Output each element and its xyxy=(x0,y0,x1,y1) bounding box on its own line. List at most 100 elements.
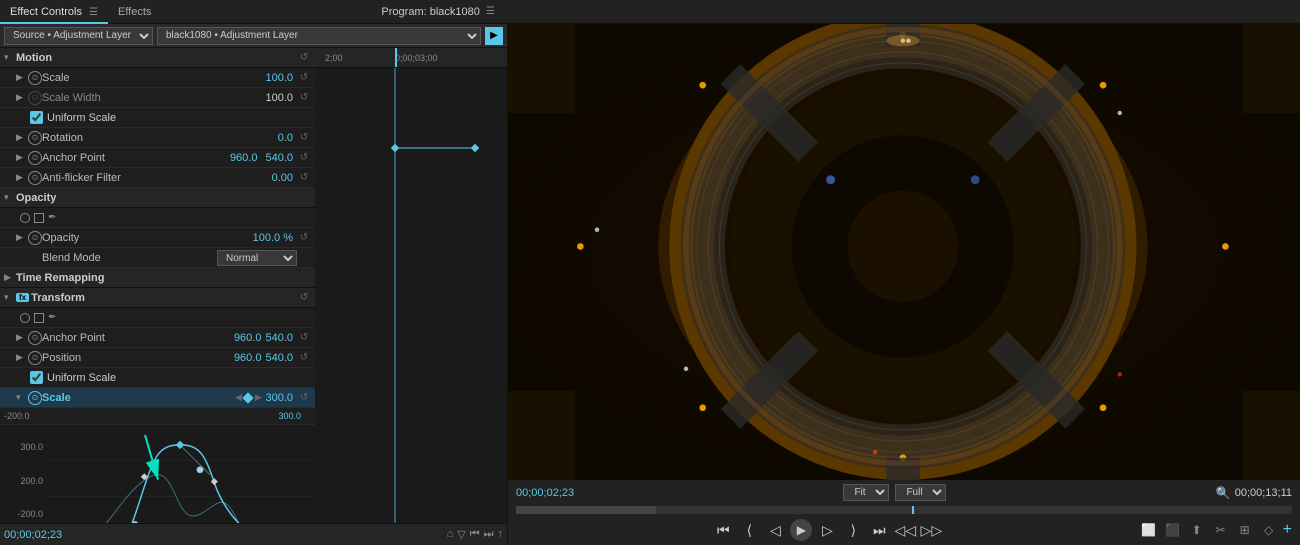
rotation-stopwatch[interactable]: ⊙ xyxy=(28,131,42,145)
motion-reset-icon[interactable]: ↺ xyxy=(297,52,311,63)
anti-flicker-expand[interactable]: ▶ xyxy=(16,172,28,183)
rotation-value[interactable]: 0.0 xyxy=(278,132,293,144)
transform-anchor-expand[interactable]: ▶ xyxy=(16,332,28,343)
scale-width-row: ▶ ⊙ Scale Width 100.0 ↺ xyxy=(0,88,315,108)
opacity-prop-expand[interactable]: ▶ xyxy=(16,232,28,243)
export-icon[interactable]: ↑ xyxy=(498,528,504,541)
motion-expand-icon[interactable]: ▾ xyxy=(4,52,16,63)
transform-scale-value[interactable]: 300.0 xyxy=(265,392,293,404)
transform-pos-v2[interactable]: 540.0 xyxy=(265,352,293,364)
opacity-reset[interactable]: ↺ xyxy=(297,232,311,243)
scale-value[interactable]: 100.0 xyxy=(265,72,293,84)
keyframe-nav: ◀ ▶ xyxy=(233,392,263,403)
play-btn[interactable]: ▶ xyxy=(790,519,812,541)
time-remapping-expand[interactable]: ▶ xyxy=(4,272,16,283)
scale-width-value[interactable]: 100.0 xyxy=(265,92,293,104)
anti-flicker-stopwatch[interactable]: ⊙ xyxy=(28,171,42,185)
overwrite-btn[interactable]: ⬛ xyxy=(1163,520,1183,540)
transform-pos-reset[interactable]: ↺ xyxy=(297,352,311,363)
graph-area: 300.0 200.0 -200.0 586.6 -586.6 xyxy=(0,424,315,523)
right-panel: 00;00;02;23 Fit Full 🔍 00;00;13;11 xyxy=(508,24,1300,545)
opacity-value[interactable]: 100.0 % xyxy=(253,232,293,244)
rotation-reset[interactable]: ↺ xyxy=(297,132,311,143)
uniform-scale-checkbox[interactable] xyxy=(30,111,43,124)
transform-pos-v1[interactable]: 960.0 xyxy=(234,352,262,364)
tab-effect-controls[interactable]: Effect Controls ☰ xyxy=(0,0,108,24)
ffwd-btn[interactable]: ⟩ xyxy=(842,519,864,541)
tab-effects[interactable]: Effects xyxy=(108,0,161,24)
transform-scale-expand[interactable]: ▾ xyxy=(16,392,28,403)
next-frame-btn[interactable]: ▷ xyxy=(816,519,838,541)
zoom-in-btn[interactable]: ⊞ xyxy=(1235,520,1255,540)
transform-position-row: ▶ ⊙ Position 960.0 540.0 ↺ xyxy=(0,348,315,368)
filter-icon[interactable]: ▽ xyxy=(457,528,465,541)
transform-reset[interactable]: ↺ xyxy=(297,292,311,303)
transform-circle-icon xyxy=(20,313,30,323)
effect-controls-menu-icon[interactable]: ☰ xyxy=(89,7,98,18)
shuttle-right-btn[interactable]: ▷▷ xyxy=(920,519,942,541)
next-keyframe-btn[interactable]: ▶ xyxy=(253,392,263,403)
add-btn[interactable]: + xyxy=(1283,521,1292,539)
progress-bar[interactable] xyxy=(516,506,1292,514)
transform-pos-stopwatch[interactable]: ⊙ xyxy=(28,351,42,365)
source-select[interactable]: Source • Adjustment Layer xyxy=(4,27,153,45)
blend-mode-select[interactable]: Normal Dissolve Darken xyxy=(217,250,297,266)
transform-scale-stopwatch[interactable]: ⊙ xyxy=(28,391,42,405)
anchor-reset[interactable]: ↺ xyxy=(297,152,311,163)
scale-reset[interactable]: ↺ xyxy=(297,72,311,83)
transform-anchor-row: ▶ ⊙ Anchor Point 960.0 540.0 ↺ xyxy=(0,328,315,348)
transform-anchor-v1[interactable]: 960.0 xyxy=(234,332,262,344)
anchor-value2[interactable]: 540.0 xyxy=(265,152,293,164)
scale-expand[interactable]: ▶ xyxy=(16,72,28,83)
graph-canvas xyxy=(45,425,315,523)
anchor-expand[interactable]: ▶ xyxy=(16,152,28,163)
anti-flicker-reset[interactable]: ↺ xyxy=(297,172,311,183)
scale-width-expand[interactable]: ▶ xyxy=(16,92,28,103)
step-back-icon[interactable]: ⏮ xyxy=(470,528,480,541)
timeline-playhead[interactable] xyxy=(395,48,397,67)
transform-scale-reset[interactable]: ↺ xyxy=(297,392,311,403)
prev-frame-btn[interactable]: ◁ xyxy=(764,519,786,541)
rewind-btn[interactable]: ⟨ xyxy=(738,519,760,541)
step-fwd-transport-btn[interactable]: ⏭ xyxy=(868,519,890,541)
anti-flicker-row: ▶ ⊙ Anti-flicker Filter 0.00 ↺ xyxy=(0,168,315,188)
anchor-value1[interactable]: 960.0 xyxy=(230,152,258,164)
insert-btn[interactable]: ⬜ xyxy=(1139,520,1159,540)
monitor-quality-select[interactable]: Full xyxy=(895,484,946,501)
time-mark-2: 0;00;03;00 xyxy=(395,53,438,63)
scale-width-stopwatch[interactable]: ⊙ xyxy=(28,91,42,105)
motion-section-header: ▾ Motion ↺ xyxy=(0,48,315,68)
zoom-icon: 🔍 xyxy=(1216,486,1231,500)
opacity-section-header: ▾ Opacity xyxy=(0,188,315,208)
rotation-expand[interactable]: ▶ xyxy=(16,132,28,143)
step-back-transport-btn[interactable]: ⏮ xyxy=(712,519,734,541)
forward-arrow-button[interactable]: ▶ xyxy=(485,27,503,45)
program-menu-icon[interactable]: ☰ xyxy=(486,6,495,17)
scale-stopwatch[interactable]: ⊙ xyxy=(28,71,42,85)
transform-pos-expand[interactable]: ▶ xyxy=(16,352,28,363)
shuttle-left-btn[interactable]: ◁◁ xyxy=(894,519,916,541)
transform-uniform-row: Uniform Scale xyxy=(0,368,315,388)
monitor-zoom: 🔍 00;00;13;11 xyxy=(1216,486,1292,500)
monitor-fit-select[interactable]: Fit xyxy=(843,484,889,501)
step-fwd-icon[interactable]: ⏭ xyxy=(484,528,494,541)
opacity-expand-icon[interactable]: ▾ xyxy=(4,192,16,203)
extract-btn[interactable]: ✂ xyxy=(1211,520,1231,540)
transform-expand-icon[interactable]: ▾ xyxy=(4,292,16,303)
layer-select[interactable]: black1080 • Adjustment Layer xyxy=(157,27,481,45)
anchor-stopwatch[interactable]: ⊙ xyxy=(28,151,42,165)
opacity-row: ▶ ⊙ Opacity 100.0 % ↺ xyxy=(0,228,315,248)
transform-anchor-v2[interactable]: 540.0 xyxy=(265,332,293,344)
snap-icon[interactable]: ⌂ xyxy=(447,528,454,541)
lift-btn[interactable]: ⬆ xyxy=(1187,520,1207,540)
scale-width-reset[interactable]: ↺ xyxy=(297,92,311,103)
transform-anchor-stopwatch[interactable]: ⊙ xyxy=(28,331,42,345)
add-keyframe-btn[interactable] xyxy=(243,392,254,403)
opacity-stopwatch[interactable]: ⊙ xyxy=(28,231,42,245)
anti-flicker-value[interactable]: 0.00 xyxy=(272,172,293,184)
transform-anchor-reset[interactable]: ↺ xyxy=(297,332,311,343)
marker-btn[interactable]: ◇ xyxy=(1259,520,1279,540)
bottom-icons: ⌂ ▽ ⏮ ⏭ ↑ xyxy=(447,528,503,541)
transform-uniform-checkbox[interactable] xyxy=(30,371,43,384)
transport-row: ⏮ ⟨ ◁ ▶ ▷ ⟩ ⏭ ◁◁ ▷▷ ⬜ ⬛ ⬆ ✂ ⊞ ◇ xyxy=(516,519,1292,541)
